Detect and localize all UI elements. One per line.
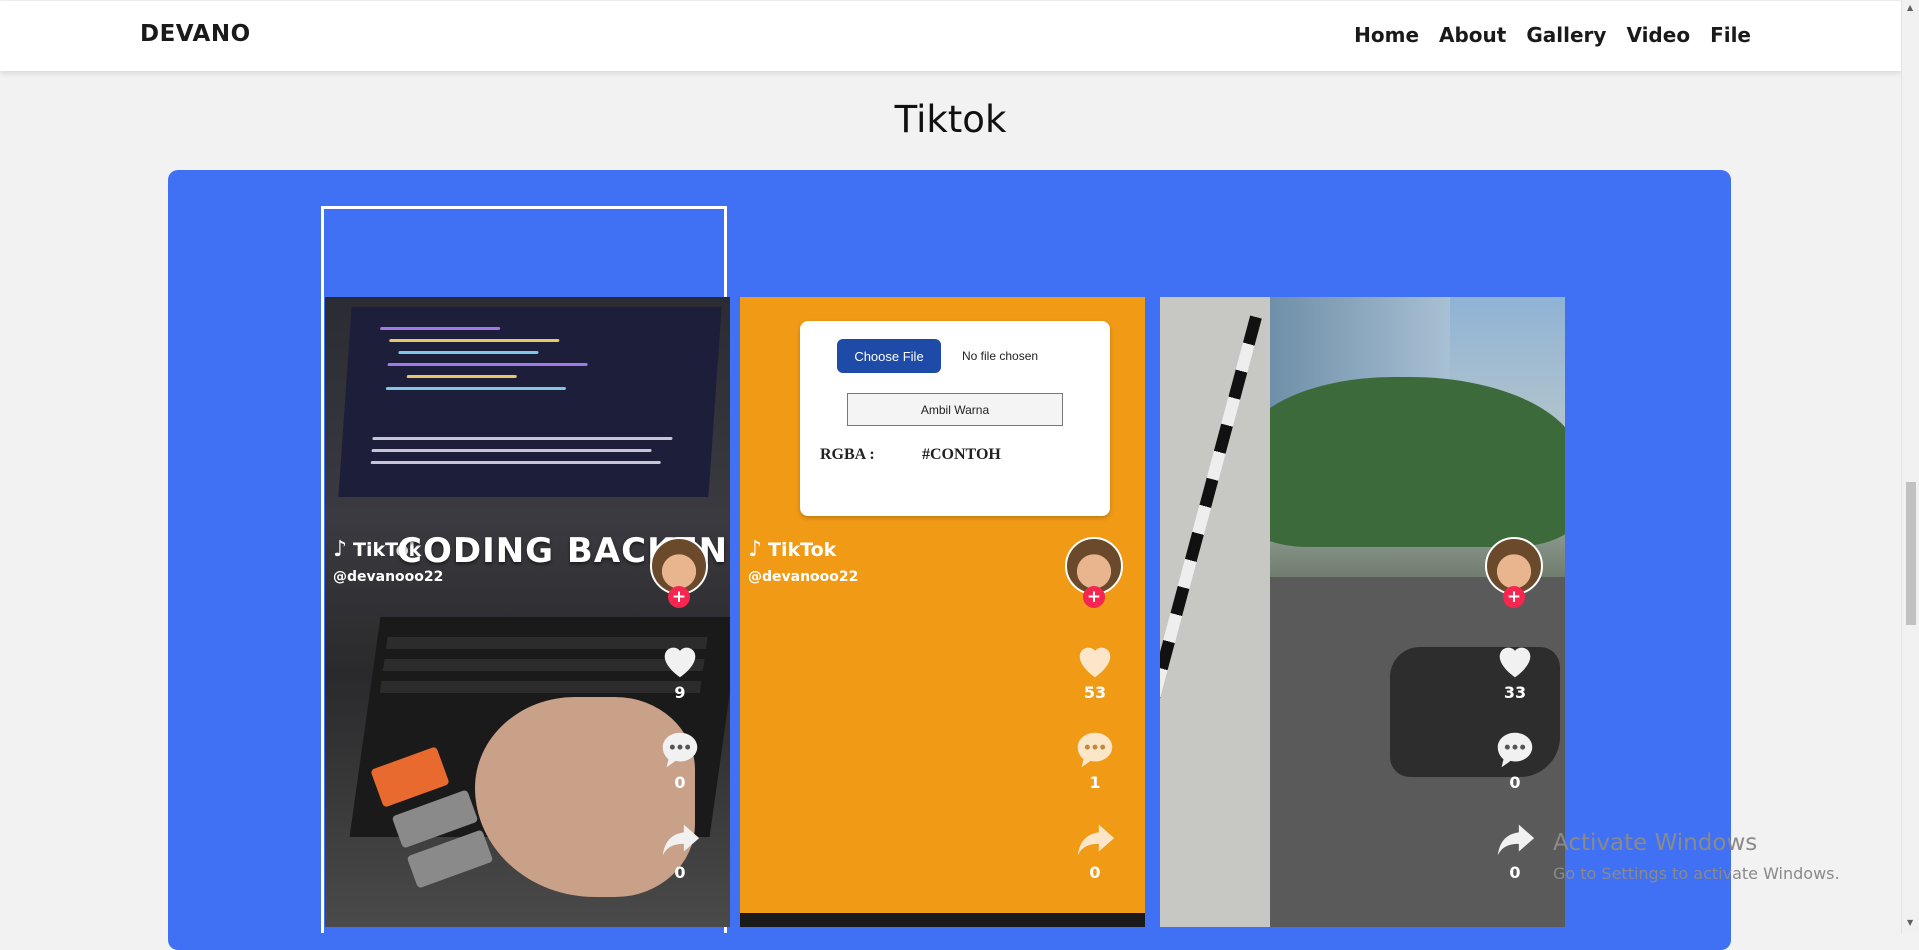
comment-icon: [1497, 732, 1533, 768]
code-line: [371, 449, 652, 452]
trees-image: [1240, 377, 1565, 547]
tiktok-logo: ♪ TikTok: [748, 537, 836, 562]
code-line: [385, 387, 567, 390]
rgba-label: RGBA :: [820, 446, 875, 463]
like-button[interactable]: 33: [1490, 637, 1540, 702]
nav-links: Home About Gallery Video File: [1354, 23, 1751, 47]
color-picker-card: Choose File No file chosen Ambil Warna R…: [800, 321, 1110, 516]
like-button[interactable]: 53: [1070, 637, 1120, 702]
key-row: [379, 681, 702, 693]
heart-icon: [664, 647, 696, 678]
nav-video[interactable]: Video: [1626, 23, 1690, 47]
comment-count: 0: [674, 773, 686, 792]
share-button[interactable]: 0: [1070, 817, 1120, 882]
nav-file[interactable]: File: [1710, 23, 1751, 47]
nav-gallery[interactable]: Gallery: [1526, 23, 1606, 47]
brand-logo[interactable]: DEVANO: [140, 21, 251, 47]
plus-icon[interactable]: +: [668, 586, 690, 608]
comment-button[interactable]: 0: [655, 727, 705, 792]
code-line: [370, 461, 661, 464]
tiktok-handle[interactable]: @devanooo22: [333, 569, 443, 585]
code-line: [389, 339, 560, 342]
tiktok-logo-icon: ♪: [333, 537, 348, 562]
share-button[interactable]: 0: [1490, 817, 1540, 882]
like-count: 53: [1083, 683, 1107, 702]
ambil-warna-button[interactable]: Ambil Warna: [847, 393, 1063, 426]
comment-count: 0: [1509, 773, 1521, 792]
share-button[interactable]: 0: [655, 817, 705, 882]
scroll-down-icon[interactable]: ▼: [1907, 918, 1915, 927]
nav-about[interactable]: About: [1439, 23, 1506, 47]
nav-home[interactable]: Home: [1354, 23, 1419, 47]
navbar: DEVANO Home About Gallery Video File: [0, 1, 1901, 71]
choose-file-button[interactable]: Choose File: [837, 339, 941, 373]
share-count: 0: [1509, 863, 1521, 882]
scroll-thumb[interactable]: [1906, 482, 1916, 625]
video-bottom-strip: [740, 913, 1145, 927]
rgba-value: #CONTOH: [922, 446, 1001, 463]
tiktok-video-2[interactable]: Choose File No file chosen Ambil Warna R…: [740, 297, 1145, 927]
share-icon: [1077, 824, 1115, 856]
comment-button[interactable]: 0: [1490, 727, 1540, 792]
tiktok-logo-text: TikTok: [768, 538, 837, 561]
scroll-up-icon[interactable]: ▲: [1907, 3, 1915, 12]
heart-icon: [1499, 647, 1531, 678]
share-icon: [662, 824, 700, 856]
section-title: Tiktok: [894, 98, 1007, 141]
share-count: 0: [674, 863, 686, 882]
comment-icon: [662, 732, 698, 768]
activate-windows-subtitle: Go to Settings to activate Windows.: [1553, 864, 1840, 883]
tiktok-video-1[interactable]: ♪ TikTok CODING BACKEN @devanooo22 + 9 0…: [325, 297, 730, 927]
code-line: [406, 375, 517, 378]
comment-button[interactable]: 1: [1070, 727, 1120, 792]
no-file-label: No file chosen: [962, 349, 1039, 363]
like-button[interactable]: 9: [655, 637, 705, 702]
activate-windows-title: Activate Windows: [1553, 830, 1758, 856]
code-line: [380, 327, 501, 330]
tiktok-handle[interactable]: @devanooo22: [748, 569, 858, 585]
comment-count: 1: [1089, 773, 1101, 792]
code-line: [387, 363, 588, 366]
laptop-screen-image: [338, 307, 722, 497]
plus-icon[interactable]: +: [1083, 586, 1105, 608]
page-scrollbar[interactable]: ▲ ▼: [1901, 0, 1919, 933]
tiktok-logo-icon: ♪: [748, 537, 763, 562]
heart-icon: [1079, 647, 1111, 678]
comment-icon: [1077, 732, 1113, 768]
code-line: [398, 351, 539, 354]
code-line: [372, 437, 673, 440]
plus-icon[interactable]: +: [1503, 586, 1525, 608]
tiktok-video-3[interactable]: + 33 0 0: [1160, 297, 1565, 927]
share-icon: [1497, 824, 1535, 856]
share-count: 0: [1089, 863, 1101, 882]
like-count: 33: [1503, 683, 1527, 702]
like-count: 9: [674, 683, 686, 702]
